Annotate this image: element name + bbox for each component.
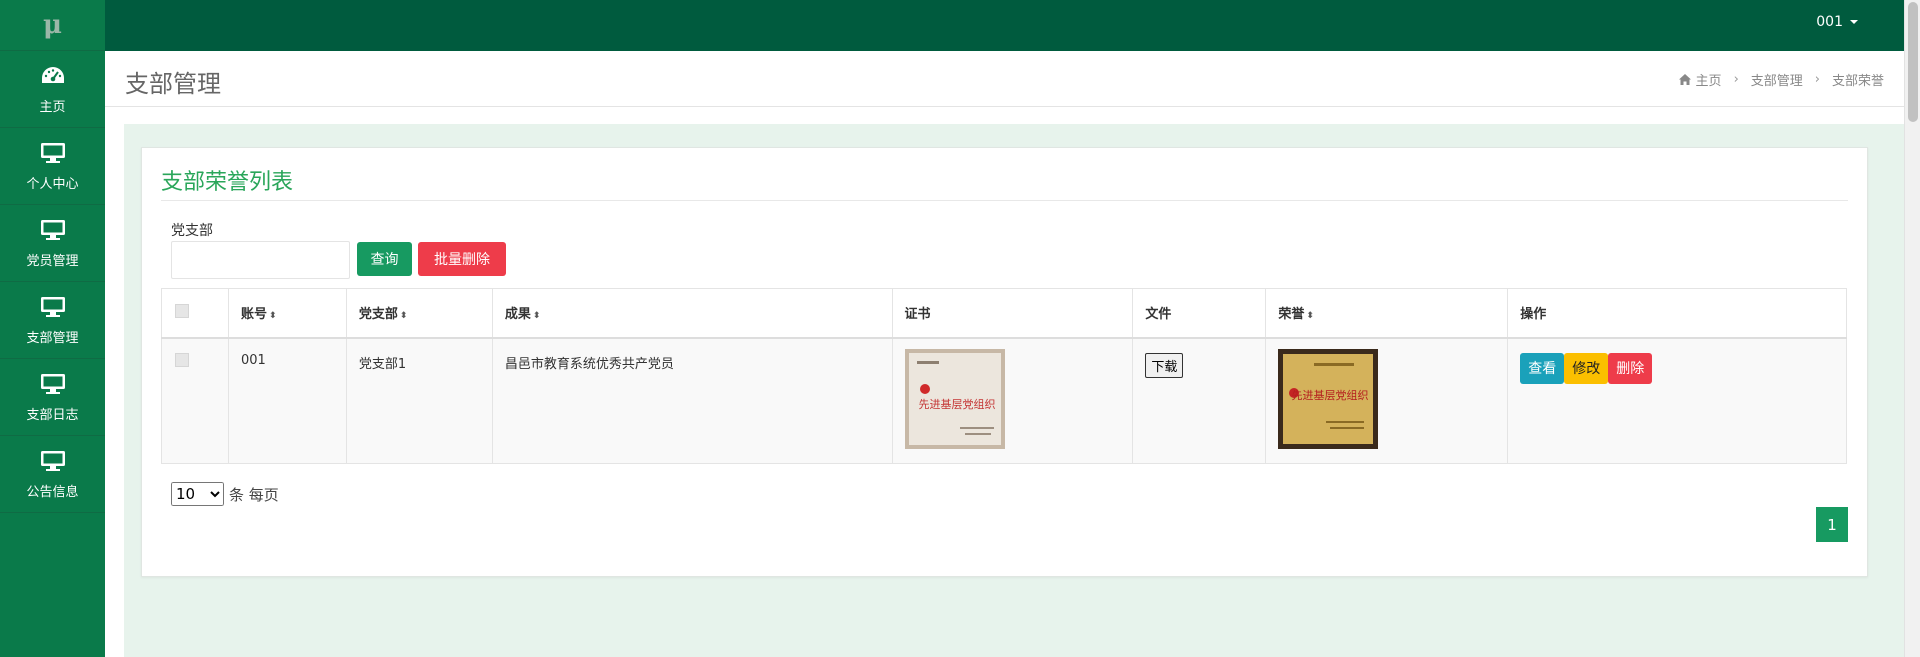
header-label: 党支部	[358, 307, 398, 323]
breadcrumb-separator-icon: ›	[1814, 72, 1820, 87]
certificate-cell: 先进基层党组织	[891, 337, 1134, 464]
dashboard-icon	[41, 66, 64, 83]
view-button[interactable]: 查看	[1520, 352, 1565, 384]
select-all-checkbox[interactable]	[175, 303, 189, 318]
row-checkbox[interactable]	[175, 352, 189, 367]
breadcrumb-current: 支部荣誉	[1831, 74, 1884, 89]
actions-cell: 查看 修改 删除	[1507, 337, 1847, 464]
table-header-row: 账号 ⬍ 党支部 ⬍ 成果 ⬍ 证书 文件 荣誉 ⬍ 操作	[161, 288, 1847, 339]
sidebar-item-members[interactable]: 党员管理	[0, 205, 105, 282]
search-button[interactable]: 查询	[357, 242, 412, 276]
achievement-cell: 昌邑市教育系统优秀共产党员	[491, 337, 893, 464]
monitor-icon	[40, 219, 65, 240]
monitor-icon	[40, 296, 65, 317]
download-button[interactable]: 下载	[1145, 352, 1184, 378]
user-name: 001	[1816, 14, 1843, 30]
honor-cell: 先进基层党组织	[1265, 337, 1509, 464]
scrollbar-thumb[interactable]	[1908, 2, 1918, 122]
pagination-page-1[interactable]: 1	[1816, 507, 1848, 542]
certificate-image-text: 先进基层党组织	[918, 397, 995, 411]
honor-table: 账号 ⬍ 党支部 ⬍ 成果 ⬍ 证书 文件 荣誉 ⬍ 操作 001 党支部1 昌…	[161, 288, 1847, 464]
table-row: 001 党支部1 昌邑市教育系统优秀共产党员 先进基层党组织 下载 先进基层党组…	[161, 337, 1847, 464]
column-header-certificate: 证书	[891, 288, 1134, 339]
sort-icon: ⬍	[268, 311, 277, 322]
column-header-branch[interactable]: 党支部 ⬍	[345, 288, 493, 339]
sort-icon: ⬍	[399, 311, 408, 322]
header-label: 证书	[904, 307, 931, 323]
sidebar-item-label: 个人中心	[26, 176, 79, 192]
page-header: 支部管理 主页 › 支部管理 › 支部荣誉	[105, 51, 1904, 107]
file-cell: 下载	[1132, 337, 1267, 464]
header-label: 操作	[1520, 307, 1547, 323]
sidebar-item-label: 支部日志	[26, 407, 79, 423]
monitor-icon	[40, 450, 65, 471]
branch-cell: 党支部1	[345, 337, 493, 464]
sidebar-item-announcements[interactable]: 公告信息	[0, 436, 105, 513]
panel-title: 支部荣誉列表	[161, 170, 294, 195]
honor-plaque-image[interactable]: 先进基层党组织	[1278, 348, 1379, 449]
page-size-control: 10 条 每页	[171, 482, 279, 506]
edit-button[interactable]: 修改	[1564, 352, 1609, 384]
sort-icon: ⬍	[1306, 311, 1314, 322]
delete-button[interactable]: 删除	[1608, 352, 1653, 384]
page-size-select[interactable]: 10	[171, 482, 224, 506]
column-header-actions: 操作	[1507, 288, 1847, 339]
sidebar-item-branch-log[interactable]: 支部日志	[0, 359, 105, 436]
column-header-honor[interactable]: 荣誉 ⬍	[1265, 288, 1509, 339]
monitor-icon	[40, 142, 65, 163]
breadcrumb-home[interactable]: 主页	[1696, 70, 1722, 89]
sidebar-item-branch[interactable]: 支部管理	[0, 282, 105, 359]
sidebar-item-label: 公告信息	[26, 484, 79, 500]
certificate-image[interactable]: 先进基层党组织	[904, 348, 1005, 449]
sidebar-item-label: 支部管理	[26, 330, 79, 346]
page-size-suffix: 条 每页	[229, 485, 279, 504]
header-label: 文件	[1145, 307, 1172, 323]
app-logo: μ	[0, 0, 105, 51]
select-all-header	[161, 288, 229, 339]
sidebar-item-label: 主页	[39, 99, 66, 115]
sidebar: μ 主页 个人中心 党员管理 支部管理 支部日志 公告信息	[0, 0, 105, 657]
panel-divider	[161, 200, 1848, 201]
sidebar-item-profile[interactable]: 个人中心	[0, 128, 105, 205]
sort-icon: ⬍	[532, 311, 541, 322]
header-label: 成果	[504, 307, 531, 323]
monitor-icon	[40, 373, 65, 394]
page-scrollbar[interactable]	[1904, 0, 1920, 657]
breadcrumb-separator-icon: ›	[1733, 72, 1739, 87]
batch-delete-button[interactable]: 批量删除	[418, 242, 506, 276]
sidebar-item-label: 党员管理	[26, 253, 79, 269]
header-label: 账号	[240, 307, 267, 323]
branch-filter-input[interactable]	[171, 241, 350, 279]
top-navbar: 001	[105, 0, 1904, 51]
honor-plaque-text: 先进基层党组织	[1292, 388, 1369, 402]
breadcrumb: 主页 › 支部管理 › 支部荣誉	[1678, 70, 1884, 89]
home-icon	[1678, 74, 1691, 85]
account-cell: 001	[227, 337, 347, 464]
column-header-achievement[interactable]: 成果 ⬍	[491, 288, 893, 339]
sidebar-item-home[interactable]: 主页	[0, 51, 105, 128]
breadcrumb-branch-management[interactable]: 支部管理	[1751, 70, 1803, 89]
caret-down-icon	[1850, 20, 1858, 24]
honor-list-panel: 支部荣誉列表 党支部 查询 批量删除 账号 ⬍ 党支部 ⬍ 成果 ⬍ 证书 文件…	[141, 147, 1868, 577]
column-header-file: 文件	[1132, 288, 1267, 339]
user-menu-dropdown[interactable]: 001	[1816, 14, 1858, 30]
page-title: 支部管理	[125, 70, 221, 98]
row-select-cell	[161, 337, 229, 464]
branch-filter-label: 党支部	[171, 223, 213, 239]
header-label: 荣誉	[1278, 307, 1305, 323]
column-header-account[interactable]: 账号 ⬍	[227, 288, 347, 339]
